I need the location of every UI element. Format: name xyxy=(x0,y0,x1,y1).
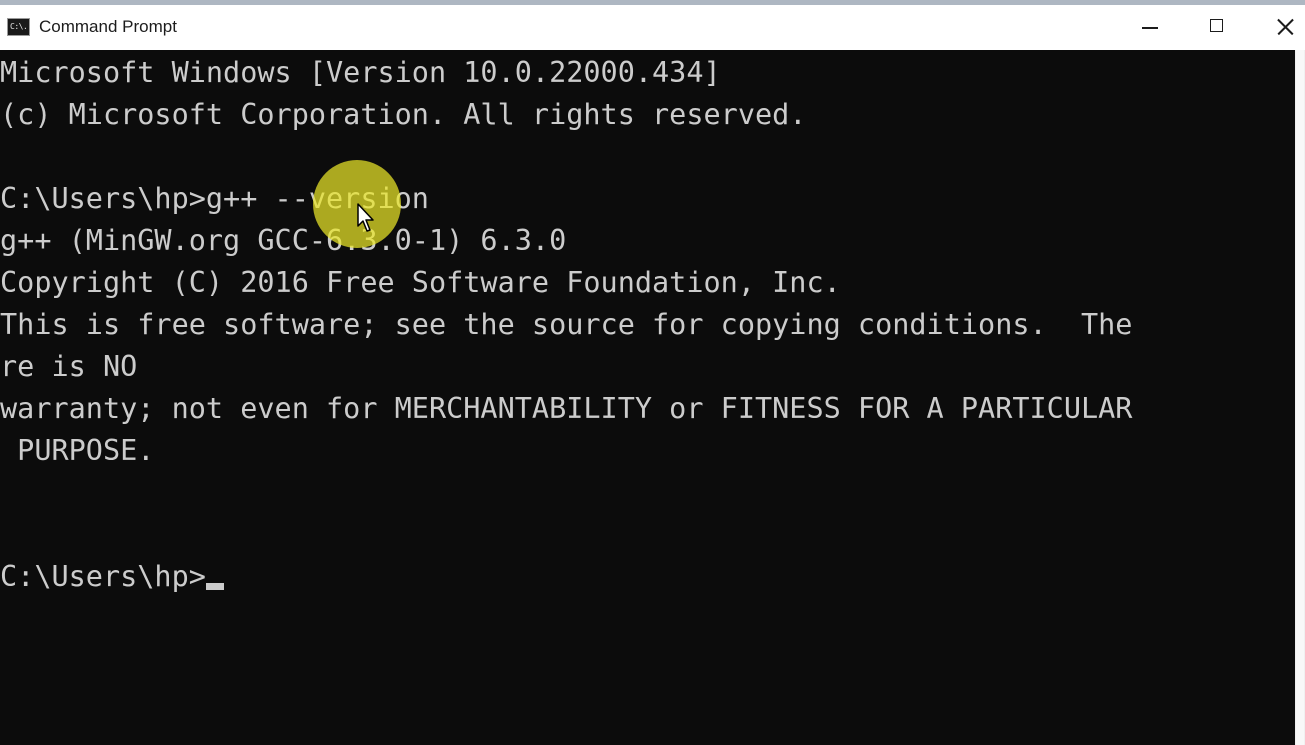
console-icon: C:\. xyxy=(7,18,30,36)
console-prompt[interactable]: C:\Users\hp> xyxy=(0,556,224,598)
close-button[interactable] xyxy=(1252,5,1305,50)
console-line-copyright: (c) Microsoft Corporation. All rights re… xyxy=(0,98,807,131)
console-line-version: Microsoft Windows [Version 10.0.22000.43… xyxy=(0,56,721,89)
prompt-text: C:\Users\hp> xyxy=(0,560,206,593)
title-bar[interactable]: C:\. Command Prompt xyxy=(0,5,1305,50)
command-prompt-window: C:\. Command Prompt Microsoft Windows [V… xyxy=(0,0,1305,745)
vertical-scrollbar[interactable] xyxy=(1295,50,1305,745)
console-line-purpose: PURPOSE. xyxy=(0,434,155,467)
window-title: Command Prompt xyxy=(39,17,177,36)
maximize-button[interactable] xyxy=(1184,5,1250,50)
minimize-button[interactable] xyxy=(1118,5,1184,50)
text-cursor xyxy=(205,583,224,590)
maximize-icon xyxy=(1210,19,1223,32)
console-line-no-warranty-wrap: re is NO xyxy=(0,350,138,383)
console-line-gpp-version: g++ (MinGW.org GCC-6.3.0-1) 6.3.0 xyxy=(0,224,567,257)
mouse-pointer-icon xyxy=(357,203,374,232)
close-icon xyxy=(1277,18,1294,35)
console-icon-glyph: C:\. xyxy=(10,22,28,31)
console-line-fsf-copyright: Copyright (C) 2016 Free Software Foundat… xyxy=(0,266,841,299)
console-line-free-software: This is free software; see the source fo… xyxy=(0,308,1133,341)
console-line-warranty: warranty; not even for MERCHANTABILITY o… xyxy=(0,392,1133,425)
scrollbar-thumb[interactable] xyxy=(1296,50,1304,745)
console-output[interactable]: Microsoft Windows [Version 10.0.22000.43… xyxy=(0,50,1295,745)
minimize-icon xyxy=(1142,27,1158,29)
